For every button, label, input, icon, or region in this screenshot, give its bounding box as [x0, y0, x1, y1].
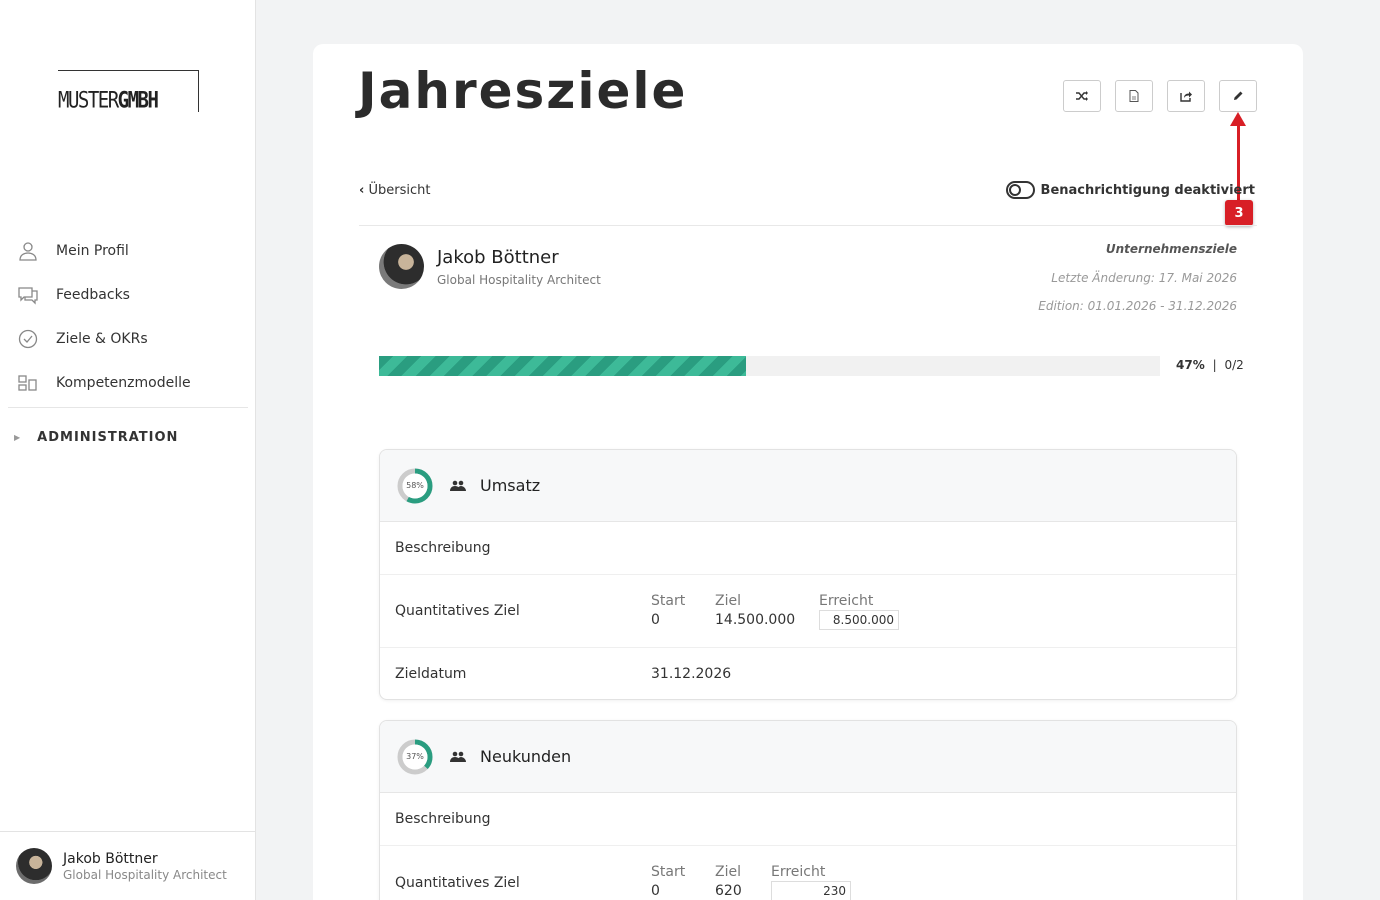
- sidebar-user[interactable]: Jakob Böttner Global Hospitality Archite…: [0, 831, 255, 900]
- start-col: Start 0: [651, 593, 715, 630]
- company-logo[interactable]: MUSTERGMBH: [58, 70, 199, 112]
- achieved-col: Erreicht 8.500.000: [819, 593, 899, 630]
- sidebar-item-label: Feedbacks: [56, 287, 130, 303]
- sidebar-item-kompetenzmodelle[interactable]: Kompetenzmodelle: [8, 361, 248, 405]
- start-label: Start: [651, 864, 686, 880]
- last-change: Letzte Änderung: 17. Mai 2026: [1051, 270, 1237, 285]
- avatar: [16, 848, 52, 884]
- goal-header[interactable]: 58% Umsatz: [380, 450, 1236, 522]
- goal-header[interactable]: 37% Neukunden: [380, 721, 1236, 793]
- goal-percent: 37%: [406, 752, 424, 761]
- quant-label: Quantitatives Ziel: [395, 874, 520, 891]
- share-icon: [1180, 91, 1192, 102]
- progress-fill: [379, 356, 747, 376]
- sidebar-item-label: Ziele & OKRs: [56, 331, 148, 347]
- pdf-export-button[interactable]: [1115, 80, 1153, 112]
- progress-label: 47% | 0/2: [1176, 358, 1244, 372]
- goal-category: Unternehmensziele: [1105, 242, 1237, 256]
- edit-button[interactable]: [1219, 80, 1257, 112]
- sidebar-nav: Mein Profil Feedbacks Ziele & OKRs Kompe…: [8, 229, 248, 466]
- sidebar-item-administration[interactable]: ▶ ADMINISTRATION: [8, 408, 248, 466]
- shuffle-button[interactable]: [1063, 80, 1101, 112]
- goal-progress-donut: 58%: [396, 467, 434, 505]
- progress-count: 0/2: [1224, 358, 1244, 372]
- progress-percent: 47%: [1176, 358, 1205, 372]
- back-label: Übersicht: [368, 183, 431, 198]
- start-col: Start 0: [651, 864, 715, 900]
- target-col: Ziel 620: [715, 864, 771, 900]
- target-col: Ziel 14.500.000: [715, 593, 819, 630]
- person-header: Jakob Böttner Global Hospitality Archite…: [379, 244, 601, 289]
- target-label: Ziel: [715, 592, 741, 609]
- sidebar: MUSTERGMBH Mein Profil Feedbacks Ziele &…: [0, 0, 256, 900]
- goal-quant-row: Quantitatives Ziel Start 0 Ziel 620 Erre…: [380, 846, 1236, 900]
- achieved-input[interactable]: 8.500.000: [819, 609, 899, 630]
- sidebar-item-label: Kompetenzmodelle: [56, 375, 191, 391]
- date-value: 31.12.2026: [651, 665, 732, 682]
- users-icon: [450, 751, 466, 762]
- start-value: 0: [651, 883, 660, 899]
- goal-card-umsatz: 58% Umsatz Beschreibung Quantitatives Zi…: [379, 449, 1237, 700]
- main-card: Jahresziele 3 ‹ Übersicht Benachrichtigu…: [313, 44, 1303, 900]
- sidebar-user-role: Global Hospitality Architect: [63, 867, 227, 882]
- pdf-icon: [1129, 90, 1139, 102]
- target-value: 14.500.000: [715, 611, 796, 628]
- quant-label: Quantitatives Ziel: [395, 603, 520, 619]
- achieved-label: Erreicht: [819, 592, 874, 609]
- goal-description-row: Beschreibung: [380, 522, 1236, 575]
- sidebar-user-name: Jakob Böttner: [63, 850, 158, 867]
- goal-card-neukunden: 37% Neukunden Beschreibung Quantitatives…: [379, 720, 1237, 900]
- divider: [359, 225, 1257, 226]
- goal-quant-row: Quantitatives Ziel Start 0 Ziel 14.500.0…: [380, 575, 1236, 648]
- expand-triangle-icon: ▶: [14, 432, 22, 442]
- achieved-label: Erreicht: [771, 864, 826, 880]
- check-circle-icon: [18, 329, 38, 349]
- sidebar-item-feedbacks[interactable]: Feedbacks: [8, 273, 248, 317]
- notification-label: Benachrichtigung deaktiviert: [1040, 182, 1255, 198]
- shuffle-icon: [1076, 91, 1088, 101]
- annotation-badge: 3: [1225, 200, 1253, 226]
- goal-title: Neukunden: [480, 747, 572, 766]
- chat-icon: [18, 287, 38, 305]
- avatar: [379, 244, 424, 289]
- achieved-col: Erreicht 230: [771, 864, 851, 900]
- sidebar-item-mein-profil[interactable]: Mein Profil: [8, 229, 248, 273]
- goal-date-row: Zieldatum 31.12.2026: [380, 648, 1236, 699]
- overall-progress-bar: [379, 356, 1160, 376]
- logo-text-muster: MUSTER: [58, 87, 119, 114]
- notification-toggle-row: Benachrichtigung deaktiviert: [1005, 181, 1255, 199]
- blocks-icon: [18, 375, 37, 391]
- person-role: Global Hospitality Architect: [437, 272, 601, 287]
- achieved-input[interactable]: 230: [771, 881, 851, 900]
- administration-label: ADMINISTRATION: [37, 429, 179, 445]
- goal-percent: 58%: [406, 481, 424, 490]
- goal-meta: Unternehmensziele Letzte Änderung: 17. M…: [1038, 242, 1237, 328]
- target-label: Ziel: [715, 864, 741, 880]
- sidebar-item-ziele-okrs[interactable]: Ziele & OKRs: [8, 317, 248, 361]
- users-icon: [450, 480, 466, 491]
- page-title: Jahresziele: [358, 62, 688, 120]
- notification-toggle[interactable]: [1005, 181, 1035, 199]
- logo-text-gmbh: GMBH: [117, 87, 159, 114]
- date-label: Zieldatum: [395, 665, 467, 682]
- goal-description-row: Beschreibung: [380, 793, 1236, 846]
- toolbar: [1049, 80, 1257, 112]
- edit-pencil-icon: [1234, 91, 1243, 100]
- goal-title: Umsatz: [480, 476, 541, 495]
- person-name: Jakob Böttner: [437, 246, 559, 268]
- edition-range: Edition: 01.01.2026 - 31.12.2026: [1038, 299, 1237, 313]
- start-value: 0: [651, 611, 660, 628]
- target-value: 620: [715, 883, 742, 899]
- description-label: Beschreibung: [395, 540, 491, 556]
- sidebar-item-label: Mein Profil: [56, 243, 129, 259]
- description-label: Beschreibung: [395, 811, 491, 827]
- chevron-left-icon: ‹: [359, 183, 365, 198]
- goal-progress-donut: 37%: [396, 738, 434, 776]
- user-icon: [19, 242, 37, 261]
- progress-separator: |: [1212, 358, 1217, 372]
- start-label: Start: [651, 592, 686, 609]
- share-button[interactable]: [1167, 80, 1205, 112]
- back-link[interactable]: ‹ Übersicht: [359, 183, 430, 198]
